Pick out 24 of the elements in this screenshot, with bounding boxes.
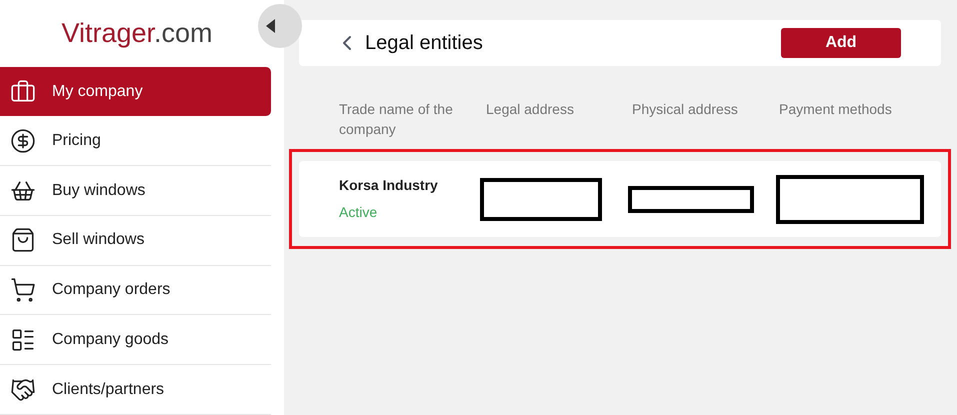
handshake-icon — [10, 376, 36, 403]
logo: Vitrager.com — [61, 17, 213, 50]
list-icon — [10, 326, 36, 353]
dollar-coin-icon — [10, 128, 36, 154]
sidebar-item[interactable]: Company orders — [0, 266, 271, 316]
status-text: Active — [339, 203, 378, 222]
cart-icon — [10, 277, 36, 304]
sidebar-item[interactable]: My company — [0, 66, 271, 116]
sidebar-item[interactable]: Pricing — [0, 116, 271, 166]
table-row[interactable]: Korsa Industry Active — [299, 161, 941, 237]
page-title: Legal entities — [365, 31, 484, 56]
sidebar-item[interactable]: Clients/partners — [0, 365, 271, 415]
shopping-bag-icon — [10, 227, 36, 254]
column-header: Trade name of the company — [339, 100, 454, 139]
column-header: Legal address — [486, 100, 575, 119]
add-button[interactable]: Add — [781, 28, 901, 58]
sidebar-item[interactable]: Company goods — [0, 315, 271, 366]
column-header: Physical address — [632, 100, 739, 119]
company-name: Korsa Industry — [339, 176, 439, 195]
collapse-button[interactable] — [258, 4, 302, 48]
caret-icon — [266, 19, 275, 33]
sidebar-item[interactable]: Buy windows — [0, 166, 271, 216]
sidebar-item[interactable]: Sell windows — [0, 216, 271, 266]
column-header: Payment methods — [779, 100, 893, 119]
